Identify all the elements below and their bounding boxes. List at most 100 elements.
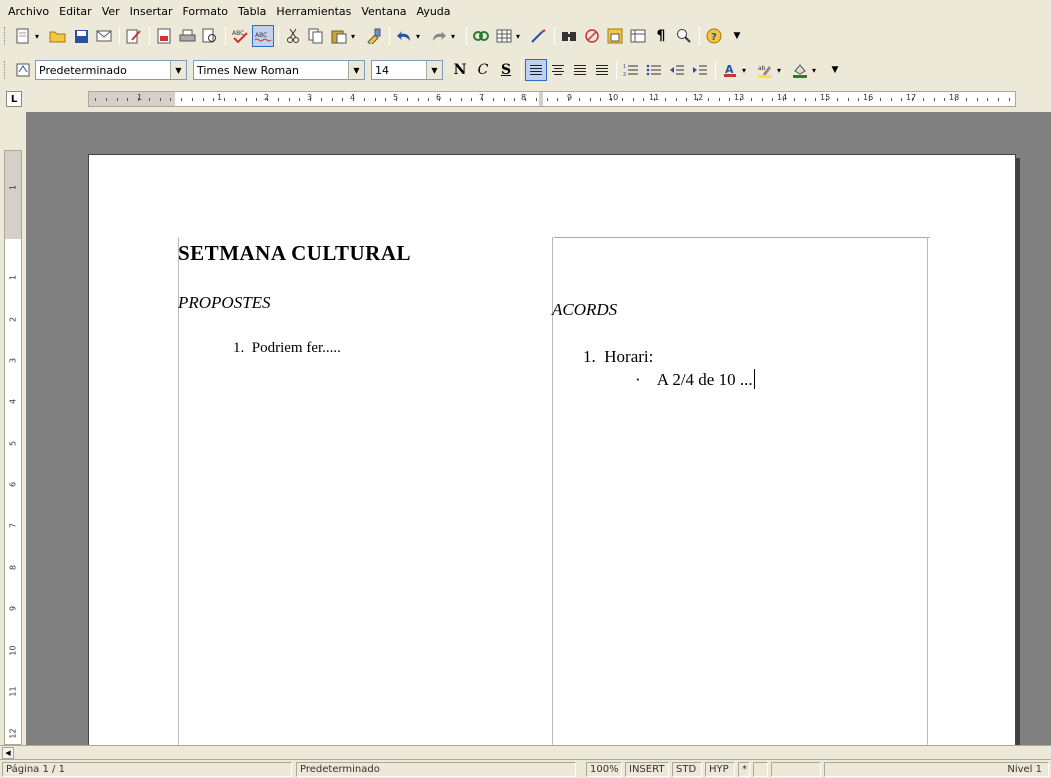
menu-ayuda[interactable]: Ayuda xyxy=(412,5,456,18)
help-icon[interactable]: ? xyxy=(703,25,725,47)
navigator-icon[interactable] xyxy=(581,25,603,47)
chevron-down-icon[interactable]: ▼ xyxy=(348,61,364,79)
right-sublist-item[interactable]: · A 2/4 de 10 ... xyxy=(635,369,755,390)
menu-herramientas[interactable]: Herramientas xyxy=(271,5,356,18)
ruler-tick xyxy=(568,98,569,101)
font-name-select[interactable]: Times New Roman ▼ xyxy=(193,60,365,80)
status-selection-mode[interactable]: STD xyxy=(672,762,702,777)
toolbar-options-icon[interactable]: ▼ xyxy=(726,25,748,47)
status-hyperlink-mode[interactable]: HYP xyxy=(705,762,735,777)
spellcheck-icon[interactable]: ABC xyxy=(229,25,251,47)
status-insert-mode[interactable]: INSERT xyxy=(625,762,669,777)
new-document-icon[interactable] xyxy=(12,25,34,47)
status-signature[interactable] xyxy=(753,762,768,777)
increase-indent-icon[interactable] xyxy=(689,59,711,81)
formatting-marks-icon[interactable]: ¶ xyxy=(650,25,672,47)
zoom-icon[interactable] xyxy=(673,25,695,47)
save-icon[interactable] xyxy=(70,25,92,47)
font-color-icon[interactable]: A xyxy=(719,59,741,81)
toolbar-options-icon-2[interactable]: ▼ xyxy=(824,59,846,81)
document-page[interactable]: SETMANA CULTURAL PROPOSTES 1. Podriem fe… xyxy=(88,154,1016,755)
redo-dropdown-icon[interactable]: ▾ xyxy=(451,32,460,41)
align-center-icon[interactable] xyxy=(547,59,569,81)
paste-icon[interactable] xyxy=(328,25,350,47)
undo-icon[interactable] xyxy=(393,25,415,47)
styles-formatting-icon[interactable] xyxy=(12,59,34,81)
scroll-left-icon[interactable]: ◀ xyxy=(2,747,14,759)
menu-ventana[interactable]: Ventana xyxy=(356,5,411,18)
tab-stop-icon[interactable]: L xyxy=(6,91,22,107)
email-icon[interactable] xyxy=(93,25,115,47)
copy-icon[interactable] xyxy=(305,25,327,47)
horizontal-scrollbar[interactable]: ◀ xyxy=(0,745,1051,759)
gallery-icon[interactable] xyxy=(604,25,626,47)
vertical-ruler[interactable]: 1 1 2 3 4 5 6 7 8 9 10 11 12 xyxy=(4,150,22,745)
background-color-dropdown-icon[interactable]: ▾ xyxy=(812,66,821,75)
ruler-tick xyxy=(299,98,300,101)
chevron-down-icon[interactable]: ▼ xyxy=(170,61,186,79)
right-list-item[interactable]: 1. Horari: xyxy=(583,347,653,367)
numbering-icon[interactable]: 12 xyxy=(620,59,642,81)
table-dropdown-icon[interactable]: ▾ xyxy=(516,32,525,41)
highlight-icon[interactable]: ab xyxy=(754,59,776,81)
justify-icon[interactable] xyxy=(591,59,613,81)
status-bar: Página 1 / 1 Predeterminado 100% INSERT … xyxy=(0,759,1051,778)
menu-tabla[interactable]: Tabla xyxy=(233,5,271,18)
paste-dropdown-icon[interactable]: ▾ xyxy=(351,32,360,41)
align-left-icon[interactable] xyxy=(525,59,547,81)
ruler-tick xyxy=(826,98,827,101)
standard-toolbar: ▾ ABC ABC ▾ ▾ ▾ ▾ ¶ ? ▼ xyxy=(0,22,1051,50)
ruler-number: 7 xyxy=(8,522,18,529)
left-heading[interactable]: PROPOSTES xyxy=(178,293,271,313)
bold-button[interactable]: N xyxy=(449,59,471,81)
highlight-dropdown-icon[interactable]: ▾ xyxy=(777,66,786,75)
clone-format-icon[interactable] xyxy=(363,25,385,47)
decrease-indent-icon[interactable] xyxy=(666,59,688,81)
redo-icon[interactable] xyxy=(428,25,450,47)
menu-formato[interactable]: Formato xyxy=(178,5,234,18)
font-size-select[interactable]: 14 ▼ xyxy=(371,60,443,80)
menu-editar[interactable]: Editar xyxy=(54,5,97,18)
ruler-tick xyxy=(762,98,763,101)
document-title[interactable]: SETMANA CULTURAL xyxy=(178,241,411,266)
table-icon[interactable] xyxy=(493,25,515,47)
undo-dropdown-icon[interactable]: ▾ xyxy=(416,32,425,41)
find-replace-icon[interactable] xyxy=(558,25,580,47)
ruler-tick xyxy=(117,98,118,101)
ruler-tick xyxy=(987,98,988,101)
status-page[interactable]: Página 1 / 1 xyxy=(2,762,292,777)
edit-file-icon[interactable] xyxy=(123,25,145,47)
ruler-tick xyxy=(536,98,537,101)
right-heading[interactable]: ACORDS xyxy=(552,300,617,320)
italic-button[interactable]: C xyxy=(472,59,494,81)
left-list-item[interactable]: 1. Podriem fer..... xyxy=(233,340,341,357)
page-preview-icon[interactable] xyxy=(199,25,221,47)
print-icon[interactable] xyxy=(176,25,198,47)
background-color-icon[interactable] xyxy=(789,59,811,81)
align-right-icon[interactable] xyxy=(569,59,591,81)
draw-functions-icon[interactable] xyxy=(528,25,550,47)
paragraph-style-select[interactable]: Predeterminado ▼ xyxy=(35,60,187,80)
menu-ver[interactable]: Ver xyxy=(97,5,125,18)
menu-insertar[interactable]: Insertar xyxy=(125,5,178,18)
ruler-tick xyxy=(203,98,204,101)
autospellcheck-icon[interactable]: ABC xyxy=(252,25,274,47)
cut-icon[interactable] xyxy=(282,25,304,47)
horizontal-ruler[interactable]: 1123456789101112131415161718 xyxy=(88,91,1016,107)
export-pdf-icon[interactable] xyxy=(153,25,175,47)
toolbar-grip-2[interactable] xyxy=(4,61,8,79)
status-zoom[interactable]: 100% xyxy=(586,762,622,777)
menu-archivo[interactable]: Archivo xyxy=(3,5,54,18)
open-folder-icon[interactable] xyxy=(47,25,69,47)
toolbar-grip[interactable] xyxy=(4,27,8,45)
bullets-icon[interactable] xyxy=(643,59,665,81)
chevron-down-icon[interactable]: ▼ xyxy=(426,61,442,79)
status-style[interactable]: Predeterminado xyxy=(296,762,576,777)
underline-button[interactable]: S xyxy=(495,59,517,81)
document-area[interactable]: SETMANA CULTURAL PROPOSTES 1. Podriem fe… xyxy=(26,112,1051,755)
data-sources-icon[interactable] xyxy=(627,25,649,47)
font-color-dropdown-icon[interactable]: ▾ xyxy=(742,66,751,75)
new-dropdown-icon[interactable]: ▾ xyxy=(35,32,44,41)
ruler-tick xyxy=(396,98,397,101)
hyperlink-icon[interactable] xyxy=(470,25,492,47)
